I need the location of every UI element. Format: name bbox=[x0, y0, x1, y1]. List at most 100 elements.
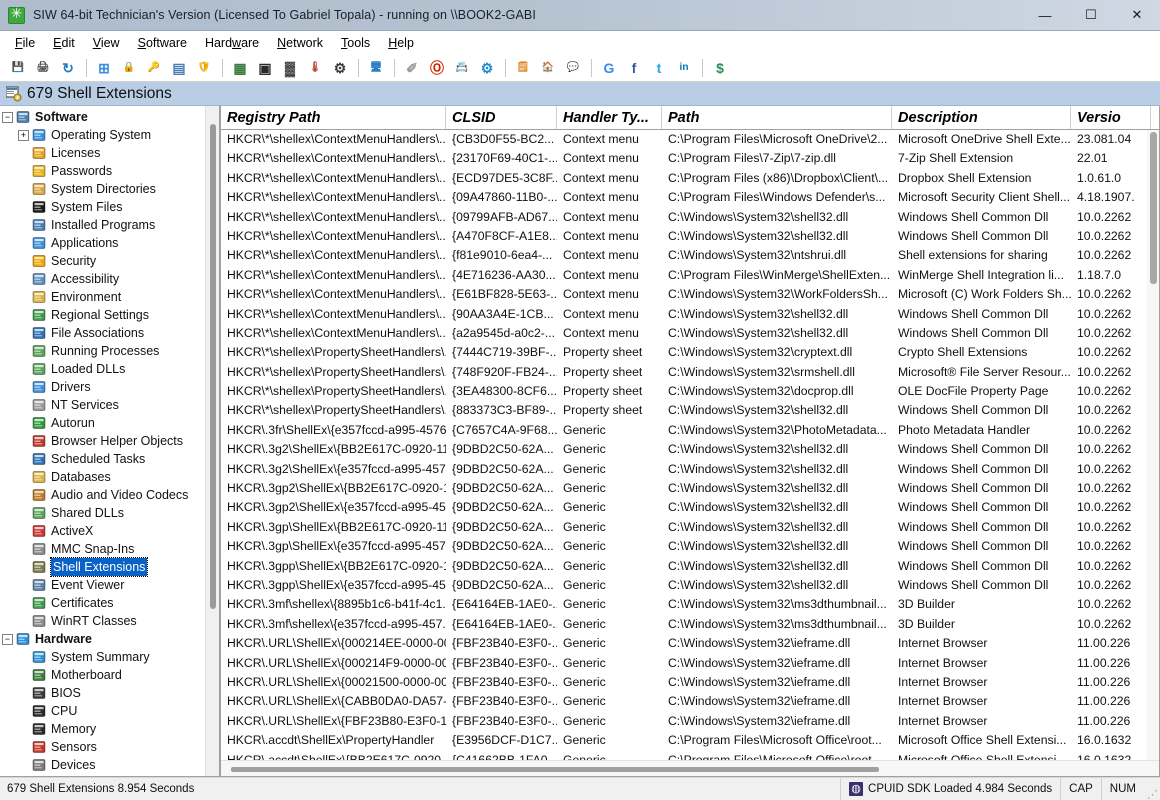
sidebar-item-autorun[interactable]: Autorun bbox=[0, 414, 205, 432]
sidebar-item-system-directories[interactable]: System Directories bbox=[0, 180, 205, 198]
table-row[interactable]: HKCR\.3g2\ShellEx\{e357fccd-a995-4576...… bbox=[221, 460, 1159, 479]
sidebar-item-software[interactable]: − Software bbox=[0, 108, 205, 126]
table-row[interactable]: HKCR\.URL\ShellEx\{000214F9-0000-000... {… bbox=[221, 654, 1159, 673]
sidebar-item-drivers[interactable]: Drivers bbox=[0, 378, 205, 396]
eureka-icon[interactable]: Ⓞ bbox=[425, 57, 449, 80]
table-row[interactable]: HKCR\*\shellex\ContextMenuHandlers\... {C… bbox=[221, 130, 1159, 149]
table-row[interactable]: HKCR\*\shellex\PropertySheetHandlers\...… bbox=[221, 363, 1159, 382]
sidebar-item-memory[interactable]: Memory bbox=[0, 720, 205, 738]
sidebar-item-scheduled-tasks[interactable]: Scheduled Tasks bbox=[0, 450, 205, 468]
table-row[interactable]: HKCR\*\shellex\ContextMenuHandlers\... {0… bbox=[221, 188, 1159, 207]
sidebar-item-installed-programs[interactable]: Installed Programs bbox=[0, 216, 205, 234]
table-row[interactable]: HKCR\.URL\ShellEx\{000214EE-0000-000... {… bbox=[221, 634, 1159, 653]
table-row[interactable]: HKCR\*\shellex\ContextMenuHandlers\... {0… bbox=[221, 208, 1159, 227]
sidebar-item-hardware[interactable]: − Hardware bbox=[0, 630, 205, 648]
installed-programs-icon[interactable]: ▤ bbox=[167, 57, 191, 80]
google-icon[interactable]: G bbox=[597, 57, 621, 80]
sidebar-item-mmc-snap-ins[interactable]: MMC Snap-Ins bbox=[0, 540, 205, 558]
menu-software[interactable]: Software bbox=[129, 33, 196, 53]
table-row[interactable]: HKCR\.3g2\ShellEx\{BB2E617C-0920-11... {9… bbox=[221, 440, 1159, 459]
menu-edit[interactable]: Edit bbox=[44, 33, 84, 53]
sidebar-item-shared-dlls[interactable]: Shared DLLs bbox=[0, 504, 205, 522]
linkedin-icon[interactable]: in bbox=[672, 57, 696, 80]
facebook-icon[interactable]: f bbox=[622, 57, 646, 80]
close-button[interactable]: ✕ bbox=[1114, 0, 1160, 31]
table-row[interactable]: HKCR\*\shellex\PropertySheetHandlers\...… bbox=[221, 382, 1159, 401]
table-row[interactable]: HKCR\.3gp\ShellEx\{e357fccd-a995-457... {… bbox=[221, 537, 1159, 556]
print-icon[interactable]: 🖨 bbox=[31, 57, 55, 80]
sidebar-item-loaded-dlls[interactable]: Loaded DLLs bbox=[0, 360, 205, 378]
table-row[interactable]: HKCR\.3fr\ShellEx\{e357fccd-a995-4576-..… bbox=[221, 421, 1159, 440]
table-row[interactable]: HKCR\.3mf\shellex\{8895b1c6-b41f-4c1... {… bbox=[221, 595, 1159, 614]
column-header-clsid[interactable]: CLSID bbox=[446, 106, 557, 129]
sidebar-item-audio-and-video-codecs[interactable]: Audio and Video Codecs bbox=[0, 486, 205, 504]
sidebar-item-event-viewer[interactable]: Event Viewer bbox=[0, 576, 205, 594]
collapse-icon[interactable]: − bbox=[2, 111, 13, 123]
licenses-lock-icon[interactable]: 🔒 bbox=[117, 57, 141, 80]
sidebar-item-nt-services[interactable]: NT Services bbox=[0, 396, 205, 414]
twitter-icon[interactable]: t bbox=[647, 57, 671, 80]
sidebar-item-sensors[interactable]: Sensors bbox=[0, 738, 205, 756]
table-row[interactable]: HKCR\.3gp2\ShellEx\{BB2E617C-0920-1... {9… bbox=[221, 479, 1159, 498]
table-row[interactable]: HKCR\*\shellex\ContextMenuHandlers\... {a… bbox=[221, 324, 1159, 343]
sidebar-item-operating-system[interactable]: + Operating System bbox=[0, 126, 205, 144]
table-row[interactable]: HKCR\.URL\ShellEx\{CABB0DA0-DA57-1... {FB… bbox=[221, 692, 1159, 711]
menu-file[interactable]: File bbox=[6, 33, 44, 53]
security-shield-icon[interactable]: 🛡 bbox=[192, 57, 216, 80]
table-row[interactable]: HKCR\.3mf\shellex\{e357fccd-a995-457... {… bbox=[221, 615, 1159, 634]
sidebar-item-bios[interactable]: BIOS bbox=[0, 684, 205, 702]
table-row[interactable]: HKCR\*\shellex\ContextMenuHandlers\... {E… bbox=[221, 169, 1159, 188]
column-header-path[interactable]: Path bbox=[662, 106, 892, 129]
sidebar-item-devices[interactable]: Devices bbox=[0, 756, 205, 774]
table-row[interactable]: HKCR\.accdt\ShellEx\PropertyHandler {E395… bbox=[221, 731, 1159, 750]
sidebar-item-file-associations[interactable]: File Associations bbox=[0, 324, 205, 342]
sidebar-item-system-summary[interactable]: System Summary bbox=[0, 648, 205, 666]
table-row[interactable]: HKCR\.3gpp\ShellEx\{BB2E617C-0920-1... {9… bbox=[221, 557, 1159, 576]
table-row[interactable]: HKCR\*\shellex\ContextMenuHandlers\... {2… bbox=[221, 149, 1159, 168]
table-row[interactable]: HKCR\.URL\ShellEx\{00021500-0000-000... {… bbox=[221, 673, 1159, 692]
table-row[interactable]: HKCR\*\shellex\ContextMenuHandlers\... {A… bbox=[221, 227, 1159, 246]
settings-gear-icon[interactable]: ⚙ bbox=[475, 57, 499, 80]
table-row[interactable]: HKCR\*\shellex\ContextMenuHandlers\... {4… bbox=[221, 266, 1159, 285]
column-header-description[interactable]: Description bbox=[892, 106, 1071, 129]
feedback-icon[interactable]: 💬 bbox=[561, 57, 585, 80]
motherboard-icon[interactable]: ▦ bbox=[228, 57, 252, 80]
table-row[interactable]: HKCR\.3gp2\ShellEx\{e357fccd-a995-45... {… bbox=[221, 498, 1159, 517]
sidebar-item-motherboard[interactable]: Motherboard bbox=[0, 666, 205, 684]
network-icon[interactable]: 🖥 bbox=[364, 57, 388, 80]
menu-tools[interactable]: Tools bbox=[332, 33, 379, 53]
table-row[interactable]: HKCR\*\shellex\PropertySheetHandlers\...… bbox=[221, 343, 1159, 362]
refresh-icon[interactable]: ↻ bbox=[56, 57, 80, 80]
passwords-key-icon[interactable]: 🔑 bbox=[142, 57, 166, 80]
sidebar-item-passwords[interactable]: Passwords bbox=[0, 162, 205, 180]
menu-network[interactable]: Network bbox=[268, 33, 332, 53]
operating-system-icon[interactable]: ⊞ bbox=[92, 57, 116, 80]
sidebar-item-licenses[interactable]: Licenses bbox=[0, 144, 205, 162]
table-row[interactable]: HKCR\.URL\ShellEx\{FBF23B80-E3F0-101... {… bbox=[221, 712, 1159, 731]
memory-icon[interactable]: ▓ bbox=[278, 57, 302, 80]
grid-hscrollbar-thumb[interactable] bbox=[231, 767, 879, 772]
table-row[interactable]: HKCR\.3gp\ShellEx\{BB2E617C-0920-11... {9… bbox=[221, 518, 1159, 537]
sidebar-item-winrt-classes[interactable]: WinRT Classes bbox=[0, 612, 205, 630]
column-header-handler-ty-[interactable]: Handler Ty... bbox=[557, 106, 662, 129]
devices-icon[interactable]: ⚙ bbox=[328, 57, 352, 80]
sidebar-item-activex[interactable]: ActiveX bbox=[0, 522, 205, 540]
sensors-icon[interactable]: 🌡 bbox=[303, 57, 327, 80]
contact-icon[interactable]: 📇 bbox=[450, 57, 474, 80]
column-header-registry-path[interactable]: Registry Path bbox=[221, 106, 446, 129]
home-icon[interactable]: 🏠 bbox=[536, 57, 560, 80]
sidebar-item-certificates[interactable]: Certificates bbox=[0, 594, 205, 612]
sidebar-item-running-processes[interactable]: Running Processes bbox=[0, 342, 205, 360]
eraser-icon[interactable]: ✐ bbox=[400, 57, 424, 80]
expand-icon[interactable]: + bbox=[18, 129, 29, 141]
menu-help[interactable]: Help bbox=[379, 33, 423, 53]
cpu-icon[interactable]: ▣ bbox=[253, 57, 277, 80]
grid-vscrollbar-thumb[interactable] bbox=[1150, 132, 1157, 284]
table-row[interactable]: HKCR\.accdt\ShellEx\{BB2E617C-0920-1... {… bbox=[221, 751, 1159, 761]
minimize-button[interactable]: — bbox=[1022, 0, 1068, 31]
donate-icon[interactable]: $ bbox=[708, 57, 732, 80]
maximize-button[interactable]: ☐ bbox=[1068, 0, 1114, 31]
report-icon[interactable]: 🗒 bbox=[511, 57, 535, 80]
grid-vertical-scrollbar[interactable] bbox=[1147, 130, 1159, 760]
sidebar-item-cpu[interactable]: CPU bbox=[0, 702, 205, 720]
